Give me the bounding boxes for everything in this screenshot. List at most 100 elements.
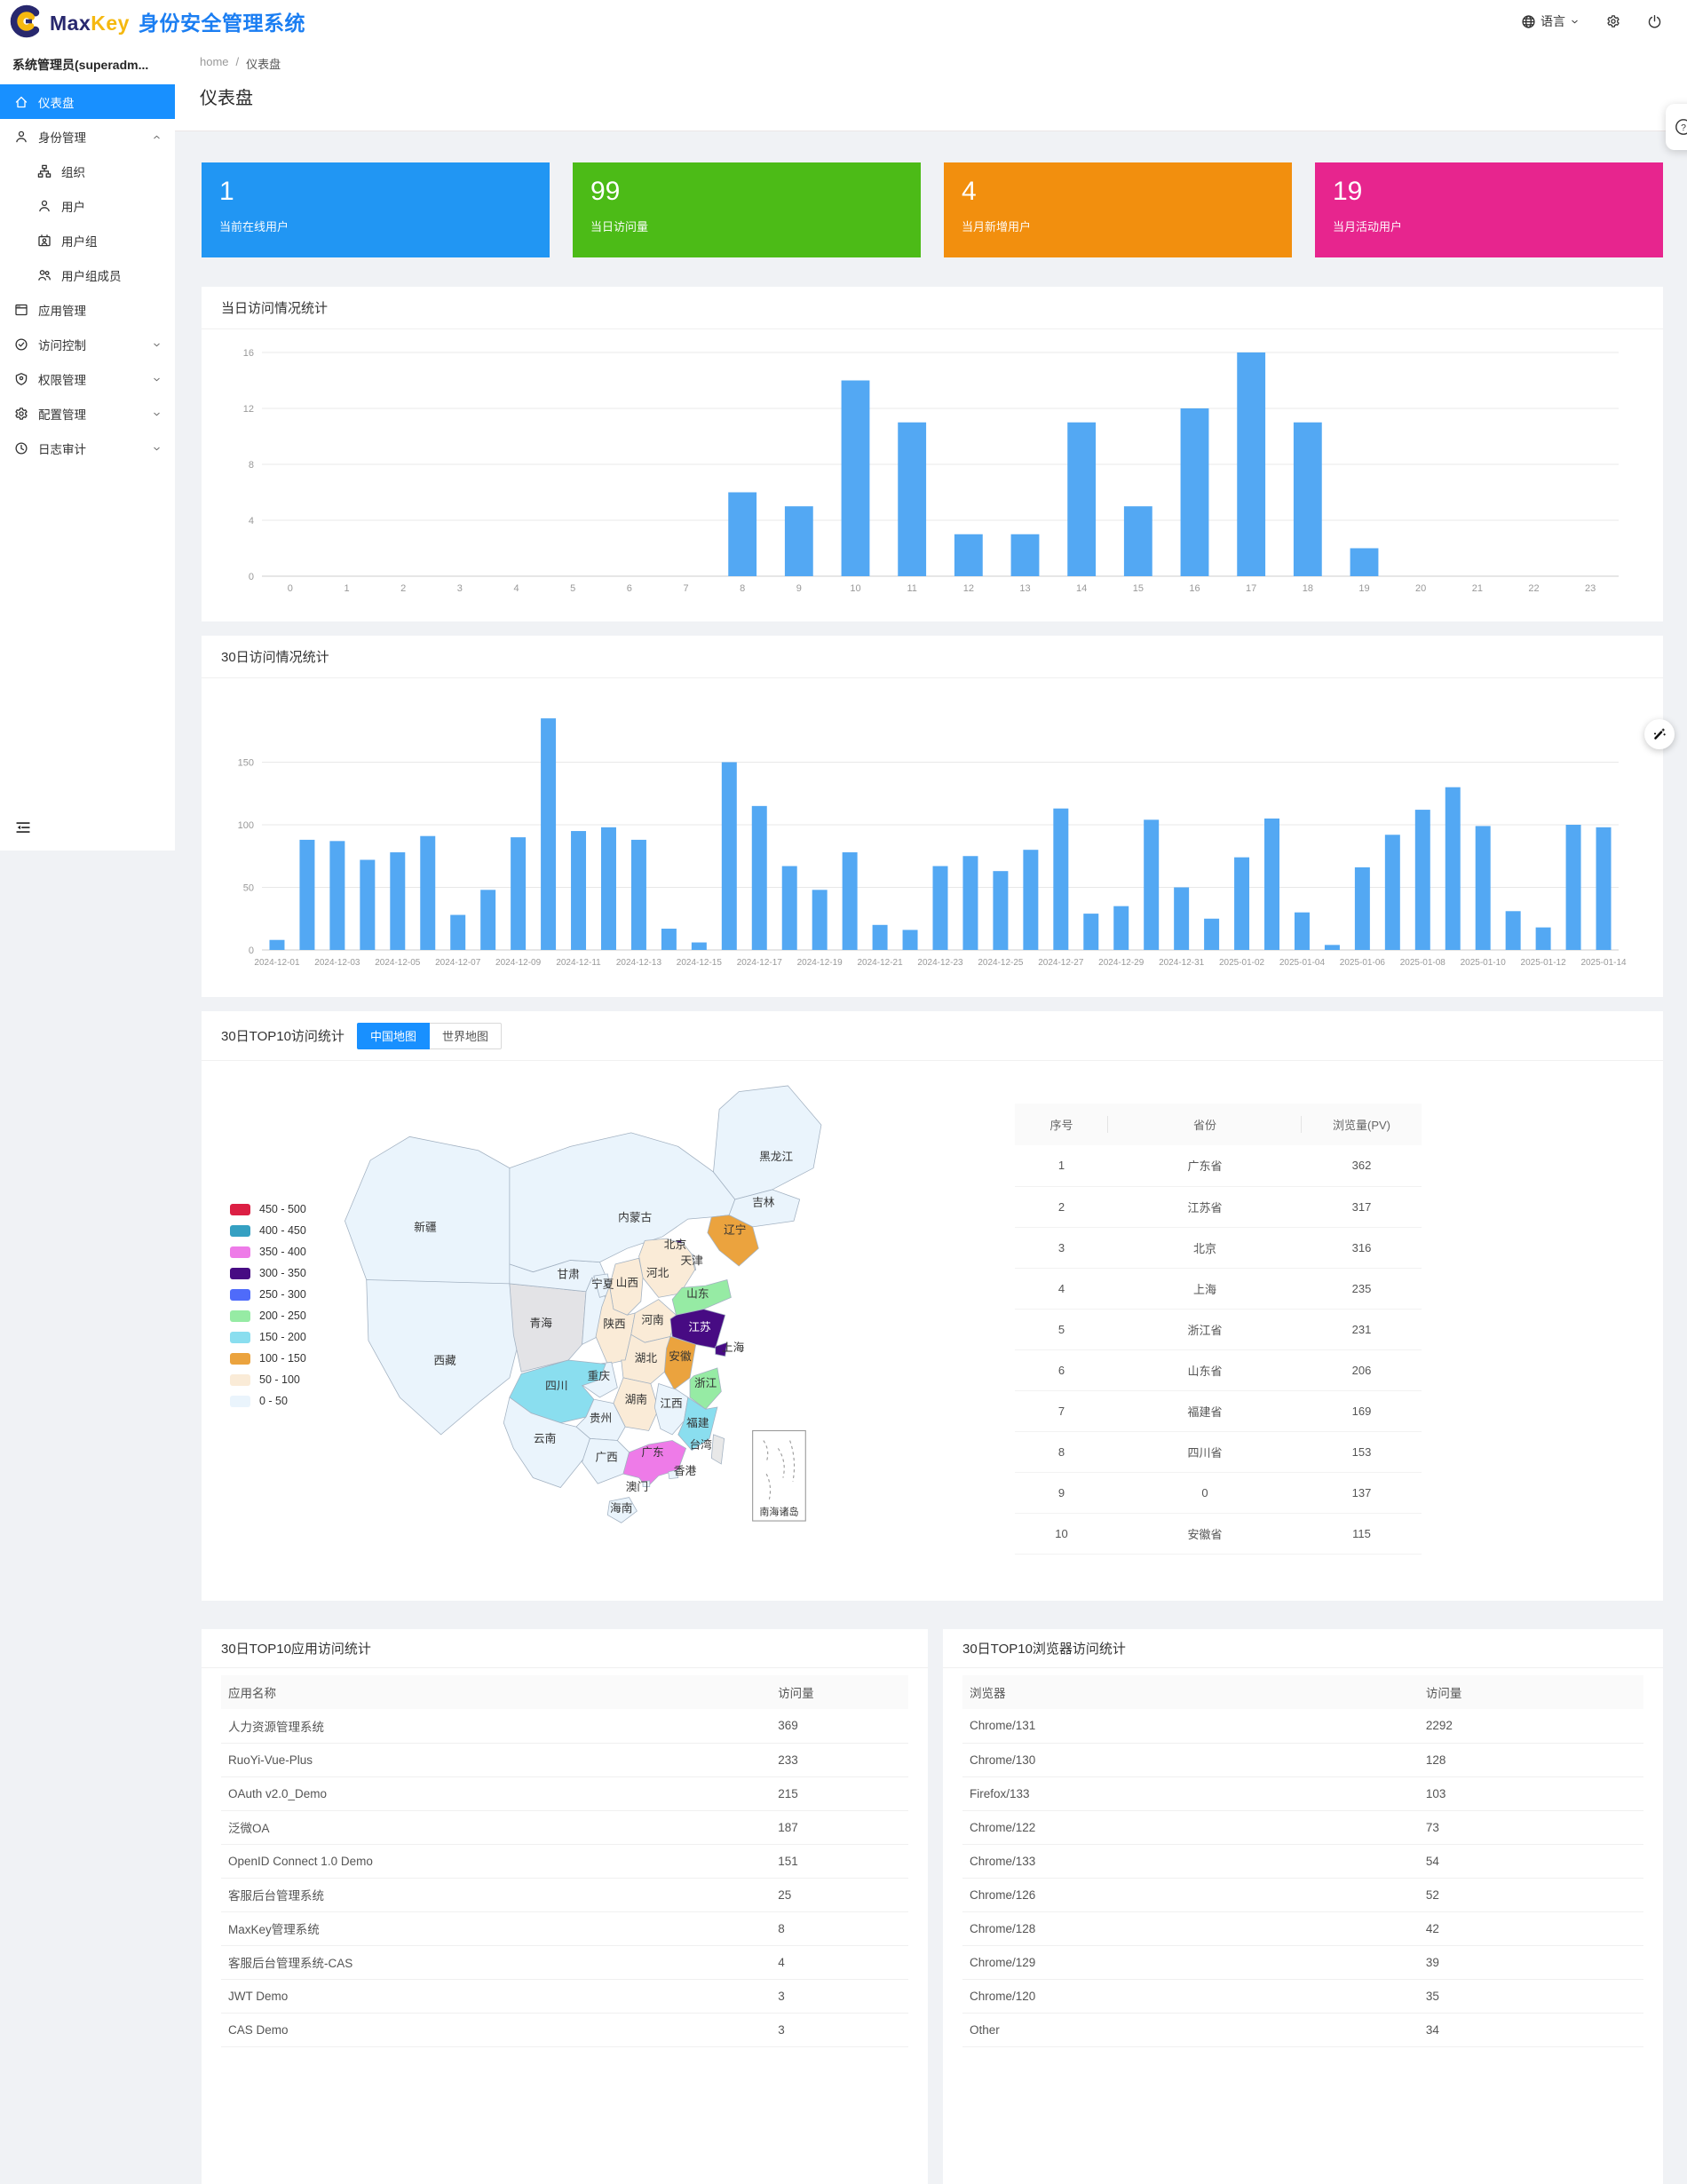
map-tab-中国地图[interactable]: 中国地图 xyxy=(357,1023,430,1049)
table-cell: 0 xyxy=(1108,1472,1302,1513)
page-title: 仪表盘 xyxy=(175,72,1687,109)
table-cell-value: 369 xyxy=(771,1709,908,1743)
legend-swatch xyxy=(230,1310,250,1322)
region-pv-table: 序号省份浏览量(PV) 1广东省3622江苏省3173北京3164上海2355浙… xyxy=(1015,1104,1422,1555)
sidebar-item-应用管理[interactable]: 应用管理 xyxy=(0,292,175,327)
svg-text:2024-12-09: 2024-12-09 xyxy=(495,958,542,968)
table-cell: 浙江省 xyxy=(1108,1309,1302,1349)
stat-card-label: 当月新增用户 xyxy=(962,218,1274,234)
table-header: 访问量 xyxy=(771,1675,908,1709)
table-row: 5浙江省231 xyxy=(1015,1309,1422,1349)
svg-text:2024-12-05: 2024-12-05 xyxy=(375,958,421,968)
sidebar-collapse-button[interactable] xyxy=(14,819,32,836)
province-label: 澳门 xyxy=(626,1480,648,1493)
province-内蒙古[interactable] xyxy=(510,1133,735,1272)
table-cell-name: OpenID Connect 1.0 Demo xyxy=(221,1844,771,1878)
chevron-up-icon xyxy=(152,131,162,142)
sidebar-item-用户组[interactable]: 用户组 xyxy=(0,223,175,257)
language-switcher[interactable]: 语言 xyxy=(1521,12,1580,30)
logout-button[interactable] xyxy=(1647,14,1662,29)
sidebar-item-权限管理[interactable]: 权限管理 xyxy=(0,361,175,396)
svg-text:16: 16 xyxy=(243,348,254,359)
table-row: JWT Demo3 xyxy=(221,1979,908,2013)
stat-card-value: 19 xyxy=(1333,177,1645,207)
daily-visits-bar-chart: 0481216012345678910111213141516171819202… xyxy=(221,338,1633,605)
table-cell-name: JWT Demo xyxy=(221,1979,771,2013)
table-cell-value: 4 xyxy=(771,1945,908,1979)
table-cell: 北京 xyxy=(1108,1227,1302,1268)
table-header: 应用名称 xyxy=(221,1675,771,1709)
table-cell-value: 42 xyxy=(1419,1911,1643,1945)
map-tab-世界地图[interactable]: 世界地图 xyxy=(430,1023,502,1049)
settings-button[interactable] xyxy=(1606,14,1620,28)
sidebar-item-访问控制[interactable]: 访问控制 xyxy=(0,327,175,361)
legend-label: 250 - 300 xyxy=(259,1288,306,1301)
table-row: 泛微OA187 xyxy=(221,1810,908,1844)
svg-text:2024-12-03: 2024-12-03 xyxy=(314,958,360,968)
table-cell-value: 187 xyxy=(771,1810,908,1844)
table-cell: 137 xyxy=(1302,1472,1422,1513)
table-cell-name: 客服后台管理系统-CAS xyxy=(221,1945,771,1979)
province-label: 四川 xyxy=(545,1380,567,1392)
legend-item: 150 - 200 xyxy=(230,1326,306,1348)
legend-item: 450 - 500 xyxy=(230,1199,306,1220)
gear-icon xyxy=(14,406,29,421)
maxkey-logo xyxy=(9,4,44,39)
sidebar-item-用户[interactable]: 用户 xyxy=(0,188,175,223)
table-row: Chrome/12273 xyxy=(962,1810,1643,1844)
svg-text:8: 8 xyxy=(740,583,745,594)
svg-text:9: 9 xyxy=(796,583,802,594)
svg-text:7: 7 xyxy=(683,583,688,594)
svg-text:2025-01-08: 2025-01-08 xyxy=(1400,958,1446,968)
table-row: Chrome/130128 xyxy=(962,1743,1643,1776)
sidebar-item-配置管理[interactable]: 配置管理 xyxy=(0,396,175,431)
table-row: 客服后台管理系统25 xyxy=(221,1878,908,1911)
province-黑龙江[interactable] xyxy=(714,1086,821,1199)
sidebar-item-仪表盘[interactable]: 仪表盘 xyxy=(0,84,175,119)
svg-text:4: 4 xyxy=(513,583,519,594)
top10-browser-panel: 30日TOP10浏览器访问统计 浏览器访问量 Chrome/1312292Chr… xyxy=(943,1629,1663,2184)
monthly-visits-bar-chart: 0501001502024-12-012024-12-032024-12-052… xyxy=(221,687,1633,980)
svg-text:2024-12-21: 2024-12-21 xyxy=(858,958,904,968)
svg-text:50: 50 xyxy=(243,883,254,894)
table-cell-value: 54 xyxy=(1419,1844,1643,1878)
theme-wand-floating-button[interactable] xyxy=(1644,719,1675,749)
svg-text:17: 17 xyxy=(1246,583,1256,594)
table-cell: 316 xyxy=(1302,1227,1422,1268)
province-label: 上海 xyxy=(722,1341,745,1354)
sidebar-item-label: 配置管理 xyxy=(38,405,152,423)
legend-item: 0 - 50 xyxy=(230,1390,306,1412)
help-floating-button[interactable]: ? xyxy=(1666,104,1687,150)
breadcrumb-item[interactable]: home xyxy=(200,55,229,72)
province-label: 山东 xyxy=(686,1287,709,1300)
province-台湾[interactable] xyxy=(711,1435,724,1464)
svg-text:150: 150 xyxy=(238,758,254,769)
province-新疆[interactable] xyxy=(345,1136,509,1294)
svg-text:2025-01-12: 2025-01-12 xyxy=(1521,958,1567,968)
province-label: 北京 xyxy=(664,1238,686,1251)
table-cell: 四川省 xyxy=(1108,1431,1302,1472)
province-label: 青海 xyxy=(530,1317,553,1329)
sidebar-item-组织[interactable]: 组织 xyxy=(0,154,175,188)
daily-visits-panel: 当日访问情况统计 0481216012345678910111213141516… xyxy=(202,287,1663,621)
region-table-header: 序号 xyxy=(1015,1104,1108,1145)
sidebar-item-日志审计[interactable]: 日志审计 xyxy=(0,431,175,465)
svg-text:2024-12-31: 2024-12-31 xyxy=(1159,958,1205,968)
china-map[interactable]: 新疆西藏青海甘肃宁夏内蒙古黑龙江吉林辽宁北京天津河北山西山东陕西河南江苏上海安徽… xyxy=(335,1077,837,1530)
sidebar-item-label: 用户组 xyxy=(61,232,162,249)
table-cell: 山东省 xyxy=(1108,1349,1302,1390)
region-table-header: 省份 xyxy=(1108,1104,1302,1145)
sidebar-item-身份管理[interactable]: 身份管理 xyxy=(0,119,175,154)
members-icon xyxy=(37,267,52,282)
svg-text:12: 12 xyxy=(963,583,974,594)
table-cell: 福建省 xyxy=(1108,1390,1302,1431)
legend-item: 250 - 300 xyxy=(230,1284,306,1305)
top10-region-panel: 30日TOP10访问统计 中国地图世界地图 450 - 500 400 - 45… xyxy=(202,1011,1663,1601)
svg-text:3: 3 xyxy=(457,583,463,594)
table-row: 8四川省153 xyxy=(1015,1431,1422,1472)
svg-text:5: 5 xyxy=(570,583,575,594)
province-label: 云南 xyxy=(534,1432,556,1445)
sidebar-item-用户组成员[interactable]: 用户组成员 xyxy=(0,257,175,292)
legend-swatch xyxy=(230,1204,250,1215)
svg-text:14: 14 xyxy=(1076,583,1087,594)
